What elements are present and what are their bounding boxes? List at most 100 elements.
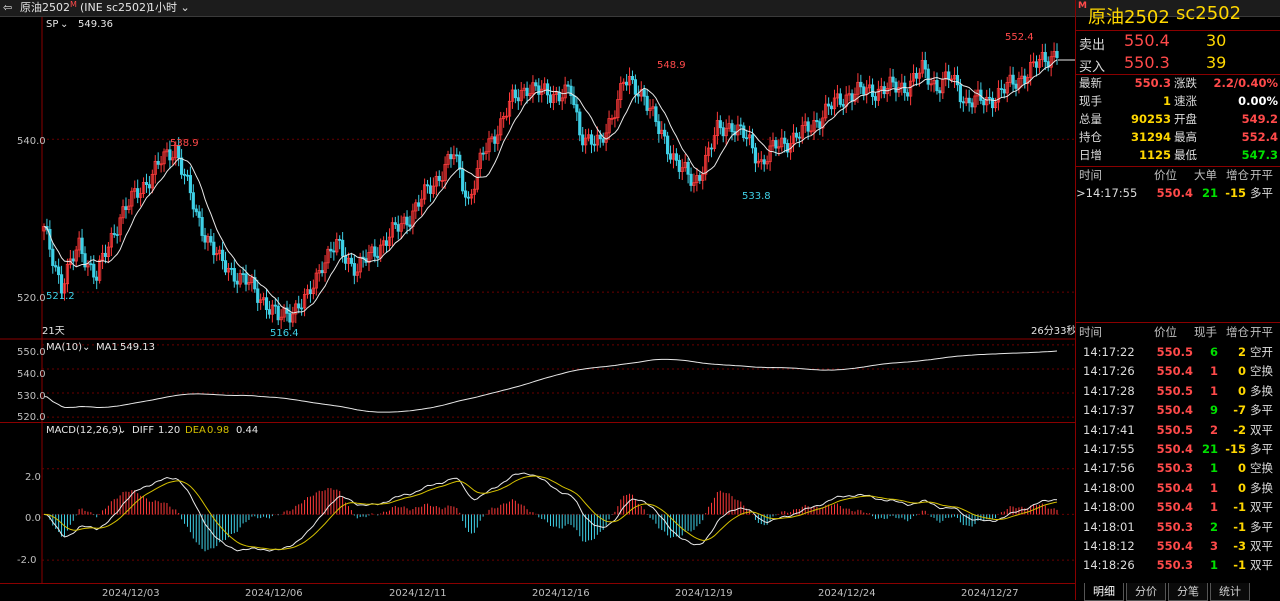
candle-body (288, 312, 292, 323)
candle-body (718, 120, 722, 129)
bid-ask-box: 卖出 550.4 30 买入 550.3 39 (1076, 30, 1280, 75)
stat-label: 日增 (1079, 148, 1102, 162)
row-volume: 3 (1209, 539, 1218, 553)
candle-body (774, 140, 778, 149)
candle-body (548, 94, 553, 103)
back-arrow-icon[interactable]: ⇦ (3, 0, 12, 16)
tick-row[interactable]: 14:18:26 550.3 1 -1 双平 (1076, 556, 1280, 575)
candle-body (525, 87, 529, 96)
x-date-label: 2024/12/24 (818, 588, 876, 599)
candle-body (982, 100, 986, 106)
price-annotation: 516.4 (270, 328, 299, 339)
candle-body (689, 173, 693, 186)
candle-body (601, 138, 605, 143)
candle-body (938, 90, 942, 94)
candle-body (168, 149, 172, 161)
candle-body (657, 121, 661, 134)
ma1-value: 549.13 (120, 342, 155, 353)
tick-row[interactable]: 14:17:26 550.4 1 0 空换 (1076, 362, 1280, 381)
row-price: 550.3 (1156, 558, 1193, 573)
candle-body (891, 76, 895, 83)
tick-row[interactable]: 14:17:56 550.3 1 0 空换 (1076, 459, 1280, 478)
buy-price[interactable]: 550.3 (1124, 53, 1170, 72)
macd-y-tick: -2.0 (17, 555, 37, 566)
candle-body (54, 265, 58, 268)
candle-body (235, 280, 239, 285)
candle-body (914, 73, 919, 79)
row-time: 14:18:00 (1083, 480, 1135, 495)
bar-countdown: 26分33秒 (1031, 324, 1076, 337)
candle-body (481, 152, 485, 155)
tab-stats[interactable]: 统计 (1210, 583, 1250, 601)
candle-body (297, 303, 301, 309)
stat-value: 1125 (1138, 148, 1171, 162)
ma-indicator-label: MA(10) (46, 342, 82, 353)
row-volume: 21 (1201, 442, 1218, 456)
tick-row[interactable]: 14:17:22 550.5 6 2 空开 (1076, 343, 1280, 362)
big-order-row[interactable]: >14:17:55 550.4 21 -15 多平 (1076, 184, 1280, 203)
candle-body (970, 102, 974, 108)
candle-body (191, 192, 195, 210)
candle-body (841, 104, 845, 107)
tick-row[interactable]: 14:17:28 550.5 1 0 多换 (1076, 382, 1280, 401)
tick-row[interactable]: 14:17:55 550.4 21 -15 多平 (1076, 440, 1280, 459)
candle-body (332, 250, 336, 253)
row-type: 多换 (1250, 480, 1273, 495)
row-price: 550.4 (1156, 539, 1193, 553)
stat-value: 547.3 (1241, 148, 1278, 162)
period-selector[interactable]: 1小时 ⌄ (148, 0, 190, 16)
row-volume: 1 (1209, 364, 1218, 379)
candle-body (674, 153, 678, 161)
period-days-label: 21天 (42, 326, 65, 337)
row-increase: 0 (1237, 364, 1246, 379)
candle-body (633, 79, 638, 95)
candle-body (267, 309, 272, 315)
row-time: 14:17:22 (1083, 345, 1135, 359)
candle-body (1043, 52, 1047, 63)
macd-value: 0.44 (236, 425, 258, 436)
candle-body (654, 106, 658, 123)
candle-body (794, 132, 799, 138)
candle-body (103, 252, 108, 257)
candle-body (343, 255, 348, 264)
stat-label: 涨跌 (1174, 76, 1197, 90)
stat-row: 现手 1 速涨 0.00% (1076, 92, 1280, 111)
tab-split[interactable]: 分笔 (1168, 583, 1208, 601)
row-type: 多平 (1250, 519, 1273, 534)
tick-row[interactable]: 14:17:37 550.4 9 -7 多平 (1076, 401, 1280, 420)
buy-volume: 39 (1206, 53, 1227, 72)
row-price: 550.3 (1156, 461, 1193, 476)
row-increase: -15 (1225, 186, 1246, 200)
buy-label: 买入 (1079, 60, 1106, 75)
sp-value: 549.36 (78, 19, 113, 30)
chart-area[interactable]: SP ⌄ 549.36540.0520.021天 26分33秒538.9548.955… (0, 0, 1076, 600)
row-price: 550.5 (1156, 345, 1193, 359)
row-volume: 1 (1209, 480, 1218, 495)
tick-row[interactable]: 14:18:00 550.4 1 -1 双平 (1076, 498, 1280, 517)
tab-price[interactable]: 分价 (1126, 583, 1166, 601)
column-header: 增仓 (1226, 325, 1249, 339)
sell-price[interactable]: 550.4 (1124, 31, 1170, 50)
row-type: 多平 (1250, 442, 1273, 456)
tick-row[interactable]: 14:18:12 550.4 3 -3 双平 (1076, 537, 1280, 556)
tick-table: 时间 价位 现手 增仓 开平 14:17:22 550.5 6 2 空开 14:17:26 550.4… (1076, 322, 1280, 583)
column-header: 时间 (1079, 325, 1102, 339)
tick-row[interactable]: 14:17:41 550.5 2 -2 双平 (1076, 421, 1280, 440)
tab-detail[interactable]: 明细 (1084, 583, 1124, 601)
tick-row[interactable]: 14:18:01 550.3 2 -1 多平 (1076, 518, 1280, 537)
candle-body (797, 136, 801, 139)
row-type: 空开 (1250, 345, 1273, 359)
price-annotation: 552.4 (1005, 32, 1034, 43)
row-increase: 0 (1237, 480, 1246, 495)
candle-body (721, 127, 725, 137)
y-tick-540: 540.0 (17, 136, 46, 147)
candle-body (947, 71, 951, 80)
candle-body (783, 137, 787, 144)
candle-body (396, 224, 400, 232)
candle-body (537, 85, 541, 95)
tick-row[interactable]: 14:18:00 550.4 1 0 多换 (1076, 479, 1280, 498)
row-price: 550.4 (1156, 500, 1193, 515)
period-label: 1小时 (148, 1, 177, 14)
candle-body (827, 103, 831, 107)
stat-row: 总量 90253 开盘 549.2 (1076, 110, 1280, 129)
